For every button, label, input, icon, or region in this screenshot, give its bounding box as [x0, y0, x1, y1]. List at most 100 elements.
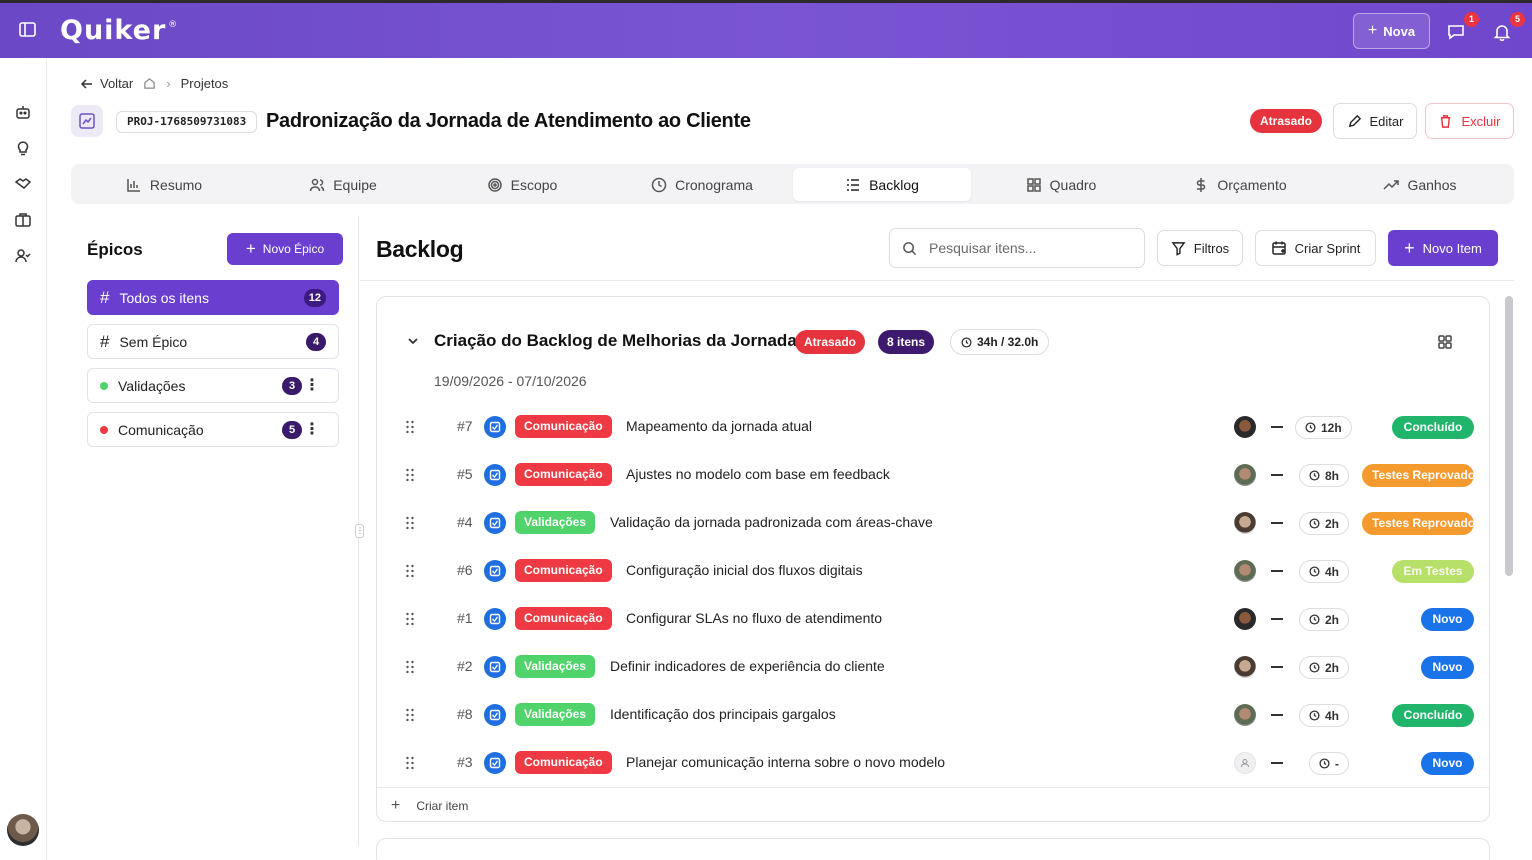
- item-title[interactable]: Configuração inicial dos fluxos digitais: [626, 562, 863, 578]
- tab-quadro[interactable]: Quadro: [972, 168, 1150, 201]
- more-vertical-icon[interactable]: ⋮: [304, 377, 320, 395]
- tab-label: Resumo: [149, 176, 203, 193]
- backlog-item-row[interactable]: #1 Comunicação Configurar SLAs no fluxo …: [377, 595, 1489, 643]
- backlog-item-row[interactable]: #5 Comunicação Ajustes no modelo com bas…: [377, 451, 1489, 499]
- robot-icon[interactable]: [14, 103, 32, 121]
- backlog-item-row[interactable]: #3 Comunicação Planejar comunicação inte…: [377, 739, 1489, 787]
- unassigned-avatar[interactable]: [1234, 752, 1256, 774]
- item-title[interactable]: Definir indicadores de experiência do cl…: [610, 658, 885, 674]
- backlog-item-row[interactable]: #8 Validações Identificação dos principa…: [377, 691, 1489, 739]
- chevron-down-icon[interactable]: [407, 335, 419, 347]
- drag-handle-icon[interactable]: [405, 660, 415, 674]
- breadcrumb-projects[interactable]: Projetos: [181, 76, 229, 91]
- panel-resize-handle[interactable]: ⋮: [355, 524, 364, 538]
- pencil-icon: [1348, 114, 1361, 127]
- epic-label: Validações: [118, 377, 186, 394]
- assignee-avatar[interactable]: [1234, 512, 1256, 534]
- tab-label: Orçamento: [1217, 176, 1287, 193]
- drag-handle-icon[interactable]: [405, 468, 415, 482]
- assignee-avatar[interactable]: [1234, 464, 1256, 486]
- back-link[interactable]: Voltar: [80, 76, 133, 91]
- edit-button[interactable]: Editar: [1333, 103, 1417, 139]
- epic-item-validacoes[interactable]: Validações 3 ⋮: [87, 368, 339, 403]
- assignee-avatar[interactable]: [1234, 704, 1256, 726]
- scrollbar[interactable]: [1505, 296, 1513, 576]
- drag-handle-icon[interactable]: [405, 420, 415, 434]
- item-title[interactable]: Configurar SLAs no fluxo de atendimento: [626, 610, 882, 626]
- app-logo[interactable]: Quiker ®: [60, 15, 178, 46]
- clock-icon: [1309, 662, 1320, 673]
- epic-tag: Comunicação: [515, 463, 612, 486]
- drag-handle-icon[interactable]: [405, 708, 415, 722]
- tab-orcamento[interactable]: Orçamento: [1151, 168, 1329, 201]
- create-sprint-button[interactable]: Criar Sprint: [1255, 230, 1376, 266]
- sidebar-toggle-icon[interactable]: [18, 21, 38, 39]
- backlog-item-row[interactable]: #4 Validações Validação da jornada padro…: [377, 499, 1489, 547]
- new-item-button[interactable]: + Novo Item: [1388, 230, 1498, 266]
- lightbulb-icon[interactable]: [14, 139, 32, 157]
- search-field[interactable]: Pesquisar itens...: [889, 228, 1145, 268]
- item-title[interactable]: Validação da jornada padronizada com áre…: [610, 514, 933, 530]
- clock-icon: [651, 177, 667, 192]
- logo-registered-mark: ®: [168, 19, 179, 30]
- assignee-avatar[interactable]: [1234, 608, 1256, 630]
- status-badge[interactable]: Novo: [1421, 656, 1474, 679]
- epic-count: 12: [303, 289, 326, 307]
- clock-icon: [1309, 710, 1320, 721]
- item-title[interactable]: Identificação dos principais gargalos: [610, 706, 836, 722]
- estimate-pill: -: [1309, 752, 1349, 775]
- drag-handle-icon[interactable]: [405, 612, 415, 626]
- status-badge[interactable]: Concluído: [1392, 704, 1474, 727]
- tab-resumo[interactable]: Resumo: [75, 168, 253, 201]
- tab-escopo[interactable]: Escopo: [433, 168, 611, 201]
- tab-cronograma[interactable]: Cronograma: [613, 168, 791, 201]
- tab-ganhos[interactable]: Ganhos: [1331, 168, 1509, 201]
- tab-backlog[interactable]: Backlog: [793, 168, 971, 201]
- item-title[interactable]: Ajustes no modelo com base em feedback: [626, 466, 890, 482]
- drag-handle-icon[interactable]: [405, 756, 415, 770]
- epic-item-no-epic[interactable]: # Sem Épico 4: [87, 324, 339, 359]
- logo-text: Quiker: [60, 15, 167, 46]
- notifications-button[interactable]: 5: [1493, 12, 1525, 43]
- board-view-icon[interactable]: [1437, 334, 1453, 350]
- assignee-avatar[interactable]: [1234, 416, 1256, 438]
- status-badge[interactable]: Concluído: [1392, 416, 1474, 439]
- epic-count: 4: [306, 333, 326, 351]
- item-title[interactable]: Planejar comunicação interna sobre o nov…: [626, 754, 945, 770]
- backlog-item-row[interactable]: #7 Comunicação Mapeamento da jornada atu…: [377, 403, 1489, 451]
- status-badge[interactable]: Novo: [1421, 608, 1474, 631]
- epic-item-comunicacao[interactable]: Comunicação 5 ⋮: [87, 412, 339, 447]
- drag-handle-icon[interactable]: [405, 516, 415, 530]
- tab-equipe[interactable]: Equipe: [254, 168, 432, 201]
- item-number: #2: [457, 658, 473, 674]
- status-badge[interactable]: Testes Reprovados: [1362, 512, 1474, 535]
- estimate-text: 12h: [1321, 420, 1342, 435]
- create-item-button[interactable]: + Criar item: [377, 787, 1489, 821]
- delete-button[interactable]: Excluir: [1425, 103, 1514, 139]
- status-badge[interactable]: Em Testes: [1392, 560, 1474, 583]
- assignee-avatar[interactable]: [1234, 656, 1256, 678]
- briefcase-icon[interactable]: [14, 211, 32, 229]
- messages-button[interactable]: 1: [1447, 12, 1479, 43]
- epic-item-all[interactable]: # Todos os itens 12: [87, 280, 339, 315]
- drag-handle-icon[interactable]: [405, 564, 415, 578]
- status-badge[interactable]: Testes Reprovados: [1362, 464, 1474, 487]
- notifications-badge: 5: [1510, 12, 1525, 27]
- handshake-icon[interactable]: [14, 175, 32, 193]
- backlog-item-row[interactable]: #2 Validações Definir indicadores de exp…: [377, 643, 1489, 691]
- item-title[interactable]: Mapeamento da jornada atual: [626, 418, 812, 434]
- home-icon[interactable]: [143, 77, 156, 90]
- more-vertical-icon[interactable]: ⋮: [304, 421, 320, 439]
- status-badge[interactable]: Novo: [1421, 752, 1474, 775]
- epic-color-dot: [100, 425, 108, 434]
- divider: [360, 280, 1514, 281]
- user-avatar[interactable]: [7, 814, 39, 846]
- new-button[interactable]: + Nova: [1353, 13, 1430, 49]
- create-sprint-label: Criar Sprint: [1294, 240, 1361, 256]
- estimate-pill: 2h: [1299, 608, 1350, 631]
- backlog-item-row[interactable]: #6 Comunicação Configuração inicial dos …: [377, 547, 1489, 595]
- filters-button[interactable]: Filtros: [1157, 230, 1243, 266]
- new-epic-button[interactable]: + Novo Épico: [227, 233, 343, 265]
- user-check-icon[interactable]: [14, 247, 32, 265]
- assignee-avatar[interactable]: [1234, 560, 1256, 582]
